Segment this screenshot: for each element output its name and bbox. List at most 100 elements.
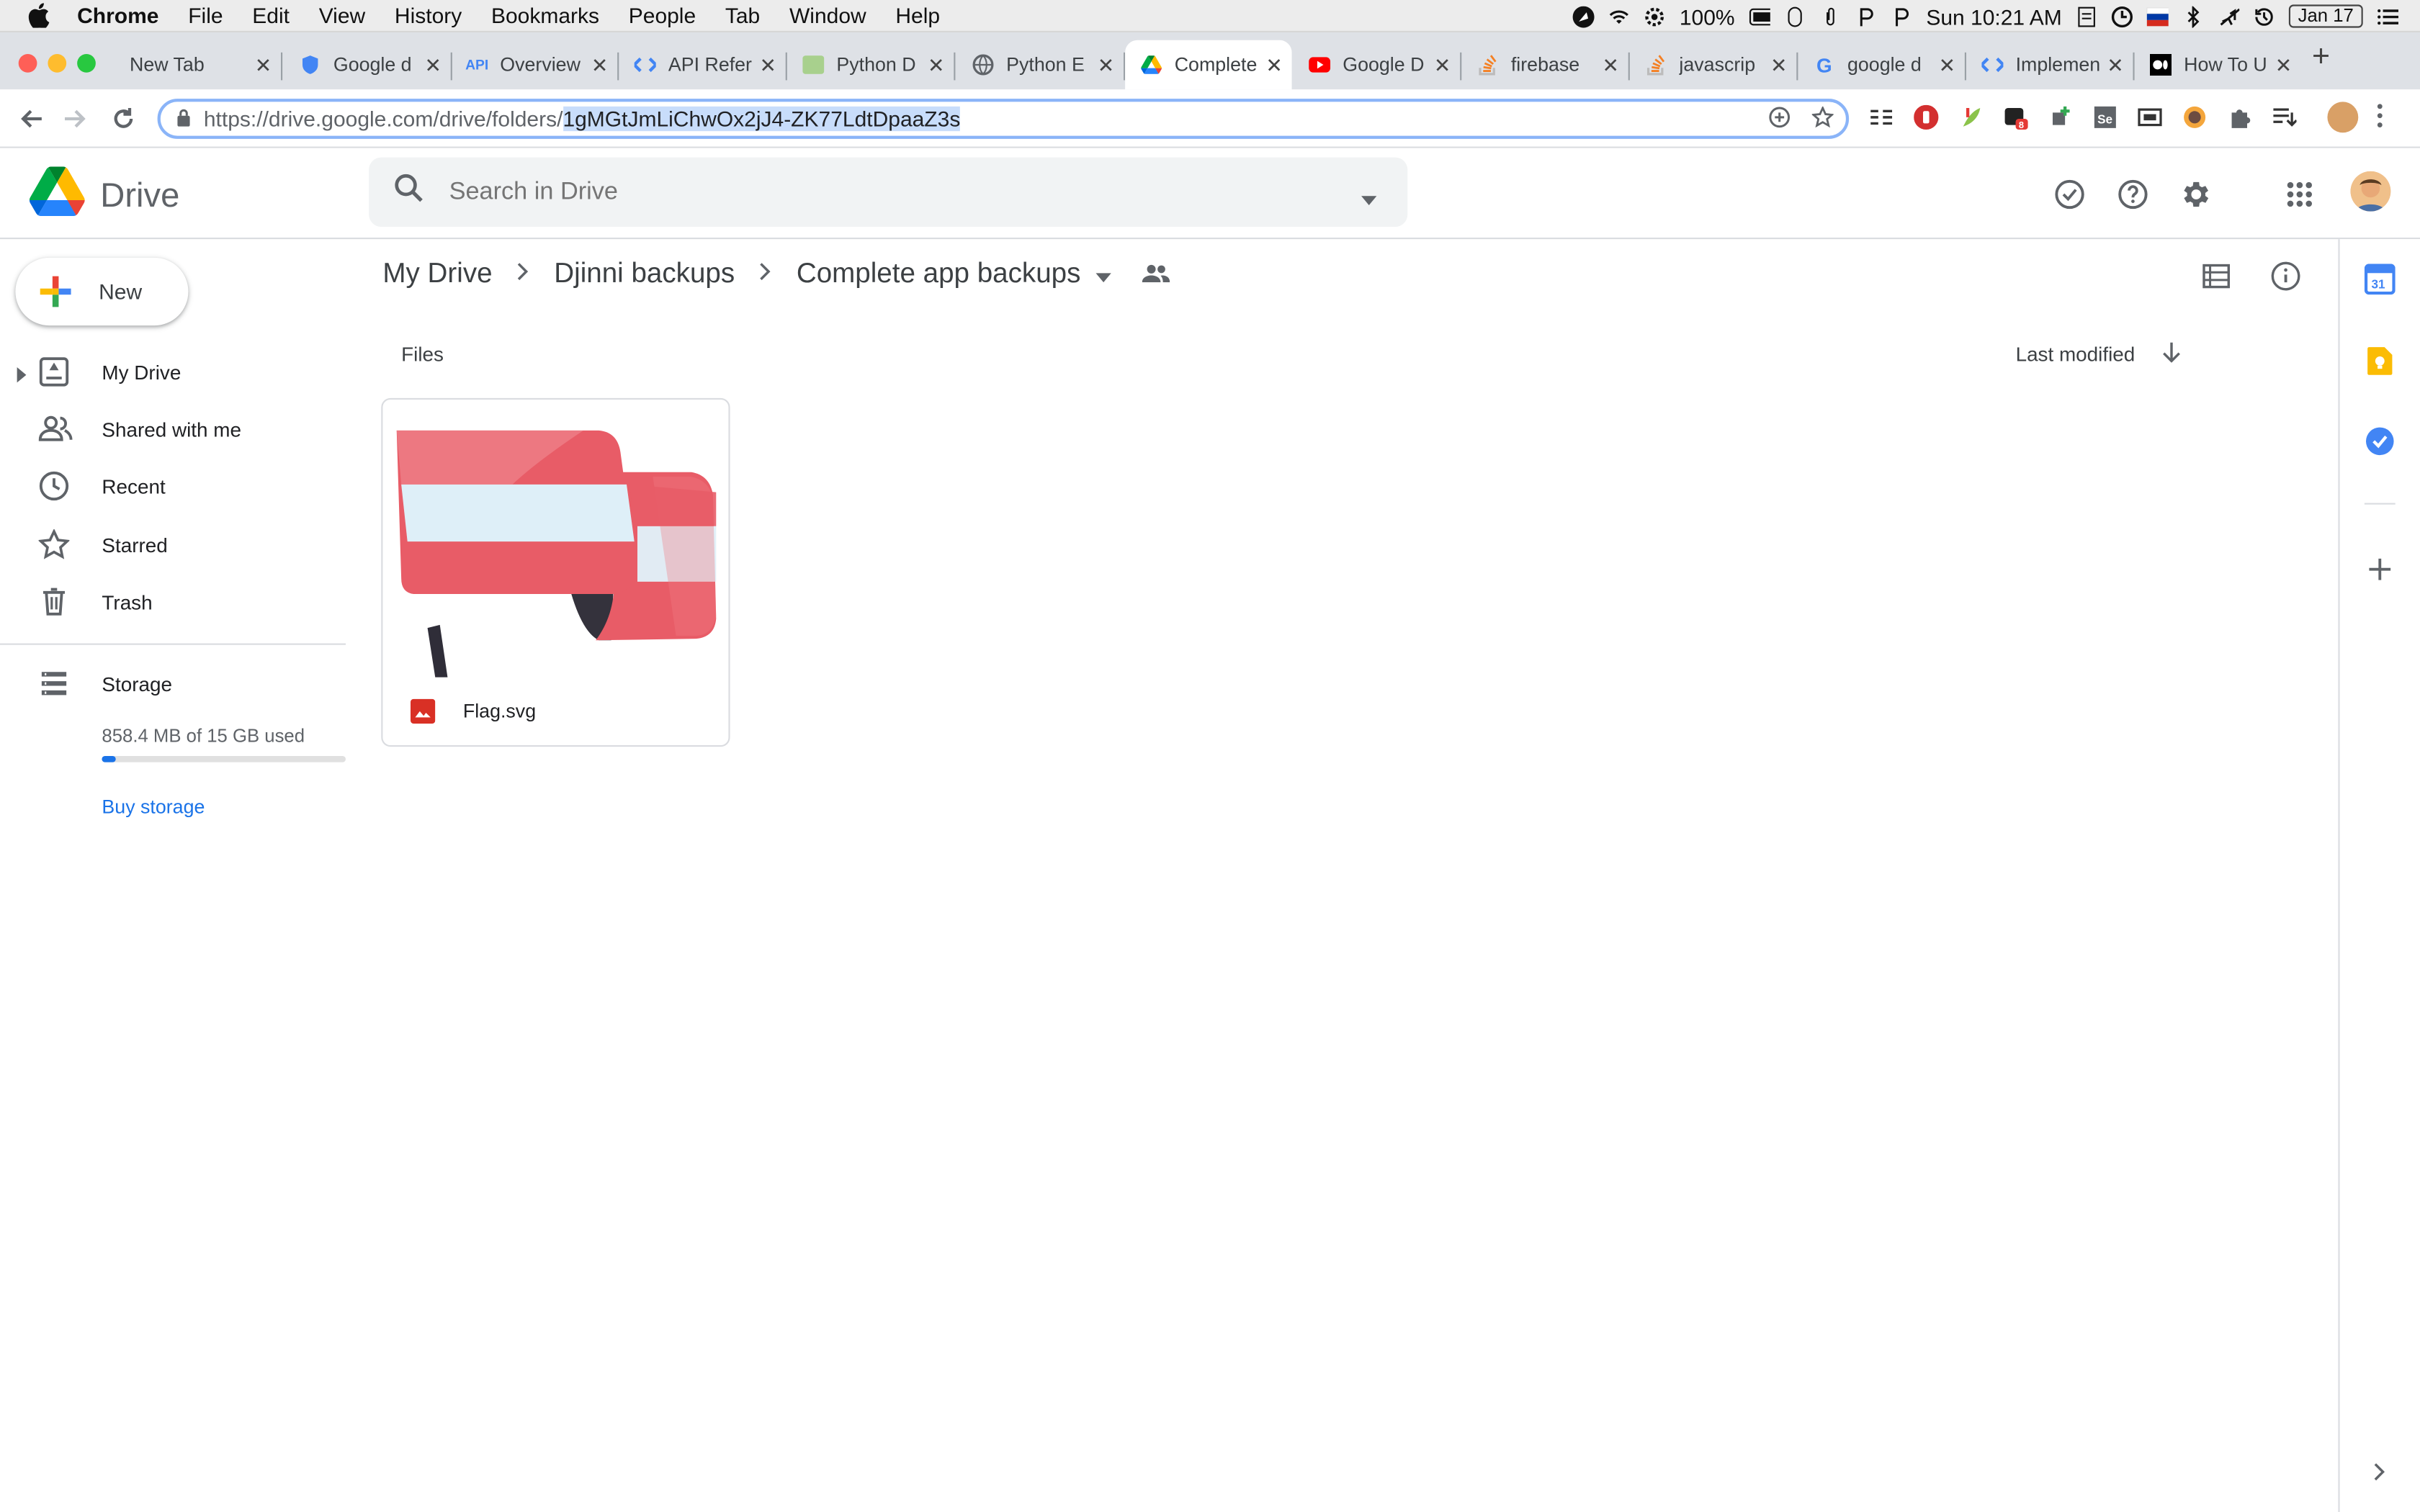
menu-bookmarks[interactable]: Bookmarks (491, 3, 599, 27)
add-addon-plus-icon[interactable] (2365, 554, 2396, 585)
screen-extension-icon[interactable] (2136, 104, 2164, 132)
browser-tab[interactable]: New Tab ✕ (115, 40, 283, 90)
expand-caret-icon[interactable] (17, 364, 27, 387)
leaf-extension-icon[interactable] (1957, 104, 1985, 132)
sort-label[interactable]: Last modified (2016, 343, 2136, 366)
menu-chrome[interactable]: Chrome (77, 3, 158, 27)
browser-tab[interactable]: API Overview ✕ (451, 40, 619, 90)
close-tab-icon[interactable]: ✕ (1770, 54, 1787, 78)
close-tab-icon[interactable]: ✕ (1939, 54, 1955, 78)
close-tab-icon[interactable]: ✕ (255, 54, 272, 78)
browser-tab[interactable]: G google d ✕ (1798, 40, 1967, 90)
file-card[interactable]: Flag.svg (381, 397, 730, 747)
menu-history[interactable]: History (395, 3, 462, 27)
offline-ready-icon[interactable] (2051, 176, 2088, 212)
parking-alt-icon[interactable] (1891, 6, 1912, 27)
buy-storage-link[interactable]: Buy storage (102, 796, 205, 818)
coin-extension-icon[interactable] (2181, 104, 2209, 132)
sidebar-item-storage[interactable]: Storage (0, 656, 346, 711)
mouse-icon[interactable] (1784, 6, 1806, 27)
russian-flag-icon[interactable] (2146, 6, 2169, 27)
reload-icon[interactable] (108, 104, 139, 135)
close-tab-icon[interactable]: ✕ (591, 54, 608, 78)
puzzle-plus-extension-icon[interactable] (2046, 104, 2074, 132)
new-button[interactable]: New (15, 257, 189, 326)
hide-side-panel-chevron-icon[interactable] (2365, 1457, 2396, 1488)
browser-menu-icon[interactable] (2377, 104, 2383, 136)
menu-tab[interactable]: Tab (725, 3, 760, 27)
clock-text[interactable]: Sun 10:21 AM (1926, 4, 2061, 28)
minimize-window-button[interactable] (48, 54, 67, 73)
browser-tab[interactable]: Google D ✕ (1294, 40, 1462, 90)
browser-tab[interactable]: API Refer ✕ (619, 40, 787, 90)
notes-icon[interactable] (2076, 6, 2097, 27)
bluetooth-icon[interactable] (2182, 5, 2204, 27)
date-badge[interactable]: Jan 17 (2288, 4, 2363, 28)
menu-help[interactable]: Help (895, 3, 940, 27)
wifi-icon[interactable] (1608, 6, 1630, 27)
badge-extension-icon[interactable]: 8 (2002, 104, 2030, 132)
reading-list-icon[interactable] (2270, 104, 2298, 132)
paperclip-icon[interactable] (1819, 6, 1841, 27)
close-window-button[interactable] (18, 54, 37, 73)
breadcrumb-current-folder[interactable]: Complete app backups (797, 257, 1081, 289)
browser-tab[interactable]: Python E ✕ (957, 40, 1126, 90)
close-tab-icon[interactable]: ✕ (1098, 54, 1114, 78)
browser-tab-active[interactable]: Complete ✕ (1125, 40, 1292, 90)
help-icon[interactable] (2115, 176, 2151, 212)
menu-window[interactable]: Window (789, 3, 866, 27)
time-machine-icon[interactable] (2254, 6, 2275, 27)
account-avatar[interactable] (2350, 171, 2391, 212)
sidebar-item-recent[interactable]: Recent (0, 458, 346, 513)
selenium-extension-icon[interactable]: Se (2092, 104, 2120, 132)
sidebar-item-shared[interactable]: Shared with me (0, 401, 346, 456)
adblock-extension-icon[interactable] (1912, 104, 1940, 132)
list-view-icon[interactable] (2197, 258, 2234, 294)
close-tab-icon[interactable]: ✕ (1602, 54, 1618, 78)
back-arrow-icon[interactable] (15, 104, 46, 135)
browser-tab[interactable]: Python D ✕ (787, 40, 956, 90)
puzzle-extensions-icon[interactable] (2226, 104, 2254, 132)
address-bar[interactable]: https://drive.google.com/drive/folders/1… (157, 99, 1850, 139)
sort-direction-arrow-icon[interactable] (2163, 341, 2182, 367)
new-tab-plus-icon[interactable]: + (2312, 40, 2330, 76)
close-tab-icon[interactable]: ✕ (759, 54, 776, 78)
shared-folder-people-icon[interactable] (1142, 257, 1170, 289)
battery-icon[interactable] (1749, 6, 1770, 27)
drive-logo[interactable]: Drive (29, 166, 180, 223)
close-tab-icon[interactable]: ✕ (2107, 54, 2123, 78)
sort-control[interactable]: Last modified (2016, 341, 2182, 367)
forward-arrow-icon[interactable] (60, 104, 91, 135)
menu-file[interactable]: File (188, 3, 223, 27)
browser-tab[interactable]: firebase ✕ (1461, 40, 1630, 90)
breadcrumb-my-drive[interactable]: My Drive (382, 257, 492, 289)
tabs-extension-icon[interactable] (1868, 104, 1896, 132)
search-options-caret-icon[interactable] (1361, 185, 1377, 213)
zoom-window-button[interactable] (77, 54, 96, 73)
browser-tab[interactable]: Google d ✕ (284, 40, 452, 90)
browser-tab[interactable]: javascrip ✕ (1630, 40, 1798, 90)
browser-profile-avatar[interactable] (2327, 102, 2359, 133)
notification-center-icon[interactable] (2377, 6, 2398, 27)
lock-icon[interactable] (176, 107, 191, 131)
bookmark-star-icon[interactable] (1811, 105, 1834, 132)
close-tab-icon[interactable]: ✕ (424, 54, 441, 78)
search-icon[interactable] (393, 173, 424, 212)
mute-icon[interactable] (2218, 6, 2240, 27)
tasks-icon[interactable] (2365, 426, 2396, 456)
settings-gear-icon[interactable] (2178, 176, 2215, 212)
search-input[interactable] (449, 178, 1314, 207)
keep-icon[interactable] (2365, 346, 2396, 377)
info-icon[interactable] (2267, 258, 2304, 294)
sidebar-item-my-drive[interactable]: My Drive (0, 344, 346, 400)
menu-edit[interactable]: Edit (252, 3, 290, 27)
sidebar-item-trash[interactable]: Trash (0, 574, 346, 629)
folder-menu-caret-icon[interactable] (1095, 257, 1112, 289)
calendar-icon[interactable]: 31 (2364, 264, 2396, 295)
search-box[interactable] (369, 157, 1408, 227)
parking-icon[interactable] (1855, 6, 1877, 27)
close-tab-icon[interactable]: ✕ (2275, 54, 2292, 78)
apps-grid-icon[interactable] (2281, 176, 2318, 212)
navigation-status-icon[interactable] (1573, 5, 1595, 27)
close-tab-icon[interactable]: ✕ (928, 54, 944, 78)
